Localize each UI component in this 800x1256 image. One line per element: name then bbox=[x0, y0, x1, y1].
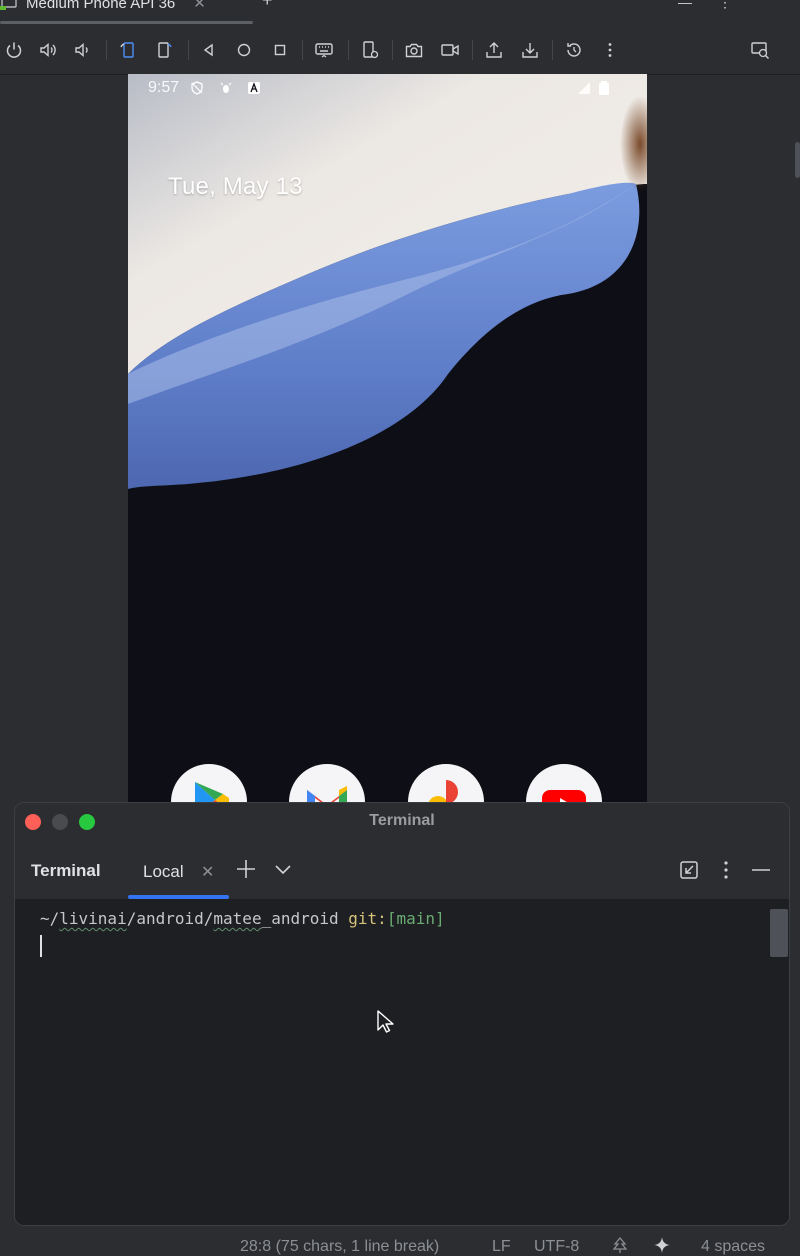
rotate-left-icon[interactable] bbox=[116, 38, 140, 62]
upload-icon[interactable] bbox=[482, 38, 506, 62]
download-icon[interactable] bbox=[518, 38, 542, 62]
keyboard-icon[interactable] bbox=[312, 38, 336, 62]
close-icon[interactable]: ✕ bbox=[201, 862, 214, 882]
device-manager-icon[interactable] bbox=[748, 38, 772, 62]
toolbar-separator bbox=[552, 40, 553, 60]
privacy-shield-icon bbox=[191, 81, 203, 95]
hide-panel-icon[interactable] bbox=[750, 859, 772, 881]
more-options-icon[interactable] bbox=[715, 859, 737, 881]
indent-setting[interactable]: 4 spaces bbox=[701, 1238, 765, 1256]
toolbar-separator bbox=[188, 40, 189, 60]
toolbar-separator bbox=[472, 40, 473, 60]
prompt-path-sep: /android/ bbox=[126, 909, 214, 928]
terminal-output[interactable]: ~/livinai/android/matee_android git:[mai… bbox=[15, 899, 789, 1225]
emulator-toolbar bbox=[0, 26, 800, 75]
tab-local-label: Local bbox=[143, 862, 184, 881]
text-cursor bbox=[40, 935, 42, 957]
power-icon[interactable] bbox=[2, 38, 26, 62]
ide-status-bar: 28:8 (75 chars, 1 line break) LF UTF-8 4… bbox=[0, 1232, 800, 1255]
window-controls: — ⋮ bbox=[678, 0, 732, 11]
lockscreen-date: Tue, May 13 bbox=[168, 173, 303, 200]
prompt-line: ~/livinai/android/matee_android git:[mai… bbox=[40, 909, 445, 928]
notification-a-icon bbox=[248, 82, 260, 94]
prompt-path-prefix: ~/ bbox=[40, 909, 60, 928]
toolbar-separator bbox=[302, 40, 303, 60]
youtube-icon bbox=[542, 790, 586, 805]
terminal-window-title: Terminal bbox=[369, 812, 435, 829]
terminal-window: Terminal Terminal Local ✕ ~/livinai/andr… bbox=[14, 802, 790, 1226]
chevron-down-icon[interactable] bbox=[271, 857, 295, 881]
emulator-screen[interactable]: 9:57 Tue, May 13 bbox=[128, 74, 647, 805]
tree-icon[interactable] bbox=[612, 1237, 628, 1253]
toolbar-separator bbox=[348, 40, 349, 60]
active-tab-indicator bbox=[0, 21, 253, 24]
terminal-scrollbar[interactable] bbox=[770, 909, 788, 957]
status-time: 9:57 bbox=[148, 79, 180, 96]
file-encoding[interactable]: UTF-8 bbox=[534, 1238, 579, 1256]
device-icon bbox=[0, 0, 17, 10]
cell-signal-icon bbox=[578, 82, 590, 94]
screen-record-icon[interactable] bbox=[438, 38, 462, 62]
gmail-icon bbox=[307, 786, 347, 805]
prompt-path-sep: _android bbox=[261, 909, 349, 928]
toolbar-separator bbox=[106, 40, 107, 60]
more-options-icon[interactable] bbox=[598, 38, 622, 62]
home-icon[interactable] bbox=[232, 38, 256, 62]
photos-icon bbox=[428, 780, 458, 805]
screenshot-icon[interactable] bbox=[402, 38, 426, 62]
volume-down-icon[interactable] bbox=[70, 38, 94, 62]
volume-up-icon[interactable] bbox=[36, 38, 60, 62]
window-more-icon[interactable]: ⋮ bbox=[718, 0, 732, 11]
canvas-scrollbar[interactable] bbox=[795, 142, 800, 178]
tab-close-icon[interactable]: ✕ bbox=[193, 0, 206, 12]
toolbar-separator bbox=[392, 40, 393, 60]
new-tab-icon[interactable] bbox=[234, 857, 258, 881]
tab-device-emulator[interactable]: Medium Phone API 36 ✕ bbox=[0, 0, 206, 14]
line-ending[interactable]: LF bbox=[492, 1238, 511, 1256]
editor-tab-strip: Medium Phone API 36 ✕ + — ⋮ bbox=[0, 0, 800, 26]
overview-icon[interactable] bbox=[268, 38, 292, 62]
terminal-heading: Terminal bbox=[31, 861, 101, 880]
caret-position[interactable]: 28:8 (75 chars, 1 line break) bbox=[240, 1238, 439, 1256]
snapshot-restore-icon[interactable] bbox=[562, 38, 586, 62]
git-label: git: bbox=[348, 909, 387, 928]
ai-sparkle-icon[interactable] bbox=[654, 1237, 670, 1253]
window-minimize-icon[interactable]: — bbox=[678, 0, 692, 11]
device-settings-icon[interactable] bbox=[358, 38, 382, 62]
tab-device-label: Medium Phone API 36 bbox=[26, 0, 176, 12]
git-branch: [main] bbox=[386, 909, 445, 928]
add-tab-button[interactable]: + bbox=[262, 0, 273, 11]
battery-icon bbox=[599, 81, 609, 95]
mouse-pointer-icon bbox=[377, 1010, 394, 1033]
restore-panel-icon[interactable] bbox=[679, 859, 701, 881]
prompt-path-dir: livinai bbox=[59, 909, 127, 928]
back-icon[interactable] bbox=[197, 38, 221, 62]
rotate-right-icon[interactable] bbox=[152, 38, 176, 62]
prompt-path-dir: matee bbox=[213, 909, 262, 928]
terminal-toolbar: Terminal Local ✕ bbox=[15, 841, 789, 899]
terminal-titlebar: Terminal bbox=[15, 803, 789, 841]
debug-icon bbox=[220, 82, 232, 93]
tab-local[interactable]: Local ✕ bbox=[128, 841, 229, 899]
play-store-icon bbox=[195, 782, 229, 805]
